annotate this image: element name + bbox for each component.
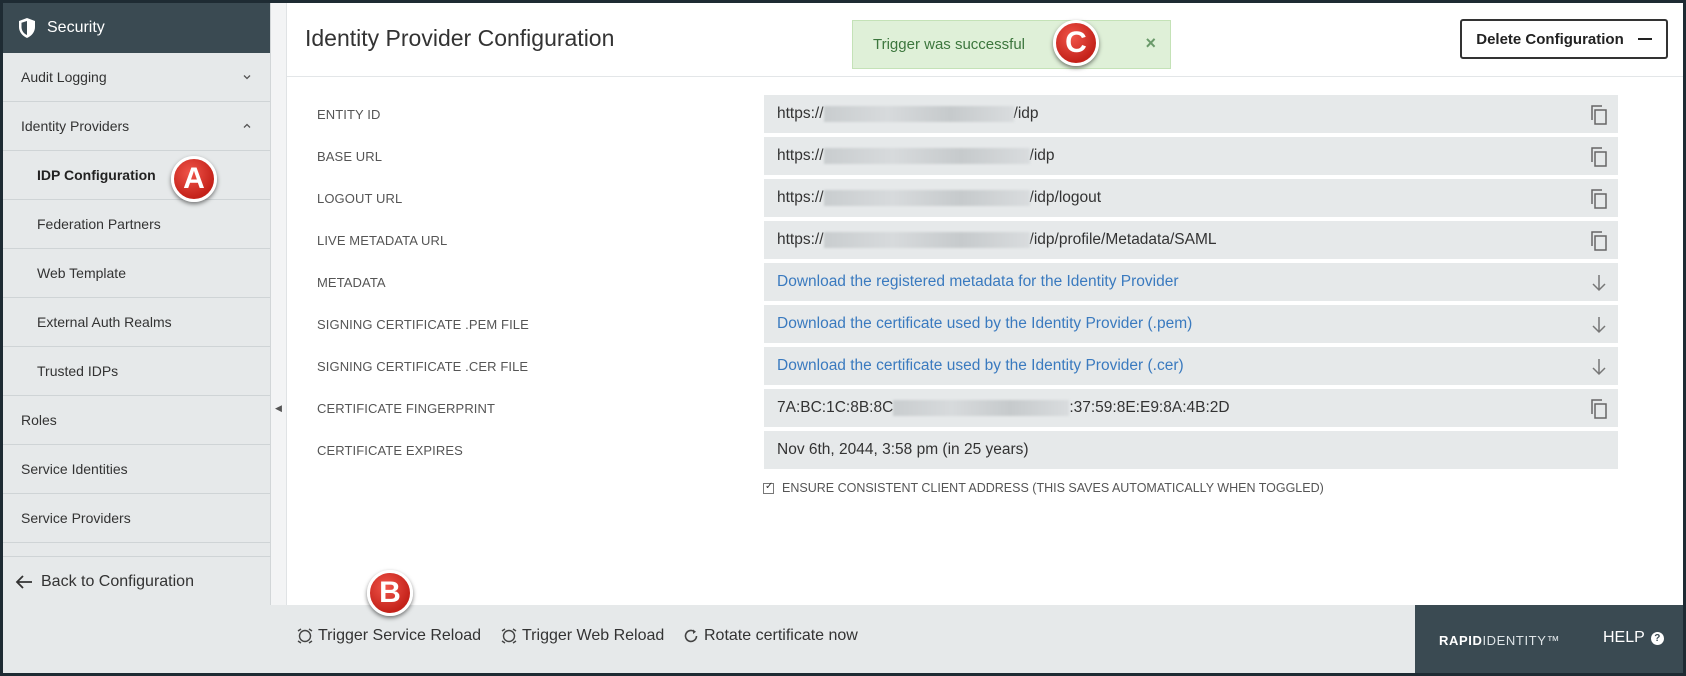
- brand-panel: RAPIDIDENTITY™ HELP ?: [1415, 605, 1683, 673]
- redacted-blur: [893, 400, 1070, 416]
- download-icon[interactable]: [1588, 314, 1610, 336]
- sidebar-item-external-auth-realms[interactable]: External Auth Realms: [3, 298, 270, 347]
- sidebar-title: Security: [47, 19, 105, 36]
- minus-icon: [1637, 38, 1652, 40]
- shield-icon: [19, 18, 35, 38]
- copy-icon[interactable]: [1588, 146, 1610, 168]
- sidebar-item-identity-providers[interactable]: Identity Providers: [3, 102, 270, 151]
- trigger-web-reload-button[interactable]: Trigger Web Reload: [501, 627, 664, 645]
- download-icon[interactable]: [1588, 272, 1610, 294]
- field-base-url: BASE URL https:///idp: [287, 137, 1683, 175]
- copy-icon[interactable]: [1588, 230, 1610, 252]
- field-live-metadata-url: LIVE METADATA URL https:///idp/profile/M…: [287, 221, 1683, 259]
- redacted-blur: [823, 106, 1014, 122]
- copy-icon[interactable]: [1588, 398, 1610, 420]
- chevron-down-icon: [243, 75, 251, 80]
- field-certificate-fingerprint: CERTIFICATE FINGERPRINT 7A:BC:1C:8B:8C:3…: [287, 389, 1683, 427]
- sidebar-header: Security: [3, 3, 270, 53]
- sidebar-collapse-toggle[interactable]: ◀: [271, 3, 287, 605]
- entity-id-value: https:///idp: [764, 95, 1618, 133]
- expires-value: Nov 6th, 2044, 3:58 pm (in 25 years): [764, 431, 1618, 469]
- download-cer-link[interactable]: Download the certificate used by the Ide…: [764, 347, 1618, 385]
- toast-message: Trigger was successful: [873, 36, 1025, 53]
- sidebar-item-service-identities[interactable]: Service Identities: [3, 445, 270, 494]
- sidebar: Security Audit Logging Identity Provider…: [3, 3, 271, 605]
- trigger-service-reload-button[interactable]: Trigger Service Reload: [297, 627, 481, 645]
- main-content: Identity Provider Configuration Trigger …: [287, 3, 1683, 605]
- copy-icon[interactable]: [1588, 188, 1610, 210]
- field-signing-cert-pem: SIGNING CERTIFICATE .PEM FILE Download t…: [287, 305, 1683, 343]
- caret-left-icon: ◀: [275, 403, 282, 413]
- rotate-certificate-button[interactable]: Rotate certificate now: [683, 627, 858, 645]
- download-icon[interactable]: [1588, 356, 1610, 378]
- reload-icon: [297, 628, 313, 644]
- header-divider: [287, 76, 1683, 77]
- field-certificate-expires: CERTIFICATE EXPIRES Nov 6th, 2044, 3:58 …: [287, 431, 1683, 469]
- sidebar-item-idp-configuration[interactable]: IDP Configuration: [3, 151, 270, 200]
- field-signing-cert-cer: SIGNING CERTIFICATE .CER FILE Download t…: [287, 347, 1683, 385]
- sidebar-item-roles[interactable]: Roles: [3, 396, 270, 445]
- rapididentity-logo: RAPIDIDENTITY™: [1439, 633, 1561, 648]
- chevron-up-icon: [243, 123, 251, 128]
- page-title: Identity Provider Configuration: [305, 25, 615, 51]
- ensure-label: ENSURE CONSISTENT CLIENT ADDRESS (THIS S…: [782, 481, 1324, 495]
- bottom-action-bar: Trigger Service Reload Trigger Web Reloa…: [3, 605, 1683, 673]
- reload-icon: [501, 628, 517, 644]
- close-icon[interactable]: ×: [1145, 33, 1156, 54]
- callout-marker-b: B: [367, 570, 413, 616]
- redacted-blur: [823, 232, 1030, 248]
- ensure-consistent-checkbox[interactable]: [763, 481, 774, 494]
- delete-configuration-button[interactable]: Delete Configuration: [1460, 19, 1668, 59]
- sidebar-item-web-template[interactable]: Web Template: [3, 249, 270, 298]
- redacted-blur: [823, 148, 1030, 164]
- sidebar-item-federation-partners[interactable]: Federation Partners: [3, 200, 270, 249]
- callout-marker-c: C: [1053, 20, 1099, 66]
- sidebar-item-service-providers[interactable]: Service Providers: [3, 494, 270, 543]
- app-window: Security Audit Logging Identity Provider…: [3, 3, 1683, 673]
- ensure-consistent-client-address: ENSURE CONSISTENT CLIENT ADDRESS (THIS S…: [763, 481, 1324, 495]
- sidebar-item-trusted-idps[interactable]: Trusted IDPs: [3, 347, 270, 396]
- back-to-configuration-link[interactable]: Back to Configuration: [3, 556, 271, 606]
- question-icon: ?: [1650, 631, 1664, 645]
- success-toast: Trigger was successful ×: [852, 20, 1171, 69]
- base-url-value: https:///idp: [764, 137, 1618, 175]
- redacted-blur: [823, 190, 1030, 206]
- fingerprint-value: 7A:BC:1C:8B:8C:37:59:8E:E9:8A:4B:2D: [764, 389, 1618, 427]
- field-entity-id: ENTITY ID https:///idp: [287, 95, 1683, 133]
- sidebar-item-audit-logging[interactable]: Audit Logging: [3, 53, 270, 102]
- download-metadata-link[interactable]: Download the registered metadata for the…: [764, 263, 1618, 301]
- logout-url-value: https:///idp/logout: [764, 179, 1618, 217]
- callout-marker-a: A: [171, 156, 217, 202]
- download-pem-link[interactable]: Download the certificate used by the Ide…: [764, 305, 1618, 343]
- field-metadata: METADATA Download the registered metadat…: [287, 263, 1683, 301]
- live-metadata-url-value: https:///idp/profile/Metadata/SAML: [764, 221, 1618, 259]
- refresh-icon: [684, 629, 698, 643]
- arrow-left-icon: [15, 574, 32, 589]
- copy-icon[interactable]: [1588, 104, 1610, 126]
- help-button[interactable]: HELP ?: [1603, 629, 1664, 647]
- field-logout-url: LOGOUT URL https:///idp/logout: [287, 179, 1683, 217]
